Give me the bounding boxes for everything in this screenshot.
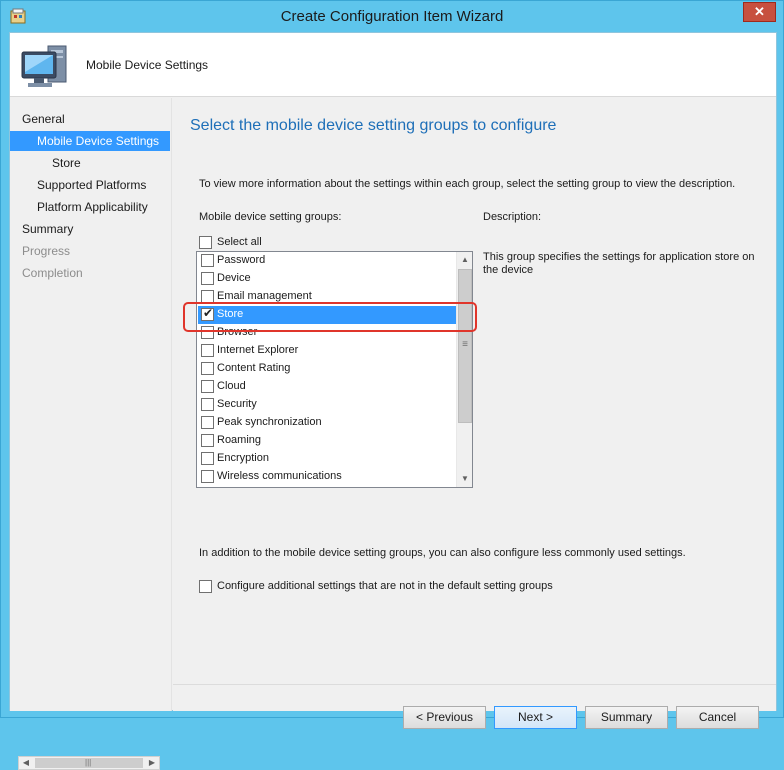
checkbox[interactable]: [201, 344, 214, 357]
list-item-label: Cloud: [217, 380, 246, 392]
nav-item-general[interactable]: General: [10, 109, 170, 129]
description-label: Description:: [483, 211, 542, 223]
checkbox[interactable]: [201, 272, 214, 285]
scroll-grip-icon: ≡: [462, 339, 468, 350]
checkbox[interactable]: [201, 452, 214, 465]
close-button[interactable]: ✕: [743, 2, 776, 22]
list-item-security[interactable]: Security: [198, 396, 457, 414]
nav-item-store[interactable]: Store: [10, 153, 170, 173]
annotation-highlight: [183, 302, 477, 332]
button-divider: [173, 684, 776, 685]
checkbox[interactable]: [201, 416, 214, 429]
scroll-right-icon[interactable]: ▶: [145, 757, 159, 769]
additional-settings-label: Configure additional settings that are n…: [217, 580, 553, 592]
list-item-label: Email management: [217, 290, 312, 302]
list-item-label: Roaming: [217, 434, 262, 446]
nav-item-platform-applicability[interactable]: Platform Applicability: [10, 197, 170, 217]
wizard-page: Select the mobile device setting groups …: [173, 98, 776, 729]
scroll-up-icon[interactable]: ▲: [457, 252, 472, 268]
list-item-label: Peak synchronization: [217, 416, 322, 428]
list-item-label: Internet Explorer: [217, 344, 299, 356]
header-title: Mobile Device Settings: [86, 58, 209, 72]
list-item-peak-synchronization[interactable]: Peak synchronization: [198, 414, 457, 432]
wizard-nav: General Mobile Device Settings Store Sup…: [10, 98, 172, 770]
list-item-label: Device: [217, 272, 251, 284]
nav-item-progress: Progress: [22, 244, 71, 258]
list-vertical-scrollbar[interactable]: ▲ ≡ ▼: [456, 252, 472, 487]
scroll-thumb[interactable]: ≡: [458, 269, 472, 423]
nav-item-completion: Completion: [22, 266, 83, 280]
group-description: This group specifies the settings for ap…: [483, 251, 755, 276]
list-item-password[interactable]: Password: [198, 252, 457, 270]
setting-groups-list[interactable]: Password Device Email management ✔ Store: [196, 251, 473, 488]
additional-settings-text: In addition to the mobile device setting…: [199, 547, 686, 559]
computer-icon: [21, 45, 67, 87]
page-title: Select the mobile device setting groups …: [190, 117, 557, 134]
scroll-grip-icon: |||: [85, 758, 92, 767]
nav-horizontal-scrollbar[interactable]: ◀ ||| ▶: [18, 756, 160, 770]
list-item-label: Content Rating: [217, 362, 291, 374]
checkbox[interactable]: [201, 380, 214, 393]
checkbox[interactable]: [201, 398, 214, 411]
list-item-label: Encryption: [217, 452, 269, 464]
list-item-cloud[interactable]: Cloud: [198, 378, 457, 396]
nav-item-mobile-device-settings[interactable]: Mobile Device Settings: [10, 131, 170, 151]
checkbox[interactable]: [201, 362, 214, 375]
list-item-roaming[interactable]: Roaming: [198, 432, 457, 450]
list-item-wireless-communications[interactable]: Wireless communications: [198, 468, 457, 486]
instruction-text: To view more information about the setti…: [199, 178, 736, 190]
title-bar[interactable]: Create Configuration Item Wizard ✕: [1, 1, 783, 32]
list-item-device[interactable]: Device: [198, 270, 457, 288]
select-all-label: Select all: [217, 236, 262, 248]
scroll-left-icon[interactable]: ◀: [19, 757, 33, 769]
list-item-internet-explorer[interactable]: Internet Explorer: [198, 342, 457, 360]
list-item-label: Password: [217, 254, 266, 266]
wizard-client-area: Mobile Device Settings General Mobile De…: [9, 32, 777, 770]
checkbox[interactable]: [201, 470, 214, 483]
scroll-down-icon[interactable]: ▼: [457, 471, 472, 487]
setting-groups-label: Mobile device setting groups:: [199, 211, 342, 223]
nav-item-summary[interactable]: Summary: [10, 219, 170, 239]
checkbox[interactable]: [199, 236, 212, 249]
window-title: Create Configuration Item Wizard: [280, 8, 504, 25]
checkbox[interactable]: [199, 580, 212, 593]
checkbox[interactable]: [201, 254, 214, 267]
wizard-header: Mobile Device Settings: [10, 33, 776, 97]
wizard-window: Create Configuration Item Wizard ✕ Mobil…: [0, 0, 784, 770]
list-item-label: Security: [217, 398, 257, 410]
list-item-label: Wireless communications: [217, 470, 342, 482]
select-all-checkbox[interactable]: Select all: [199, 235, 319, 251]
checkbox[interactable]: [201, 434, 214, 447]
additional-settings-checkbox[interactable]: Configure additional settings that are n…: [199, 579, 599, 595]
list-item-content-rating[interactable]: Content Rating: [198, 360, 457, 378]
list-item-encryption[interactable]: Encryption: [198, 450, 457, 468]
nav-item-supported-platforms[interactable]: Supported Platforms: [10, 175, 170, 195]
